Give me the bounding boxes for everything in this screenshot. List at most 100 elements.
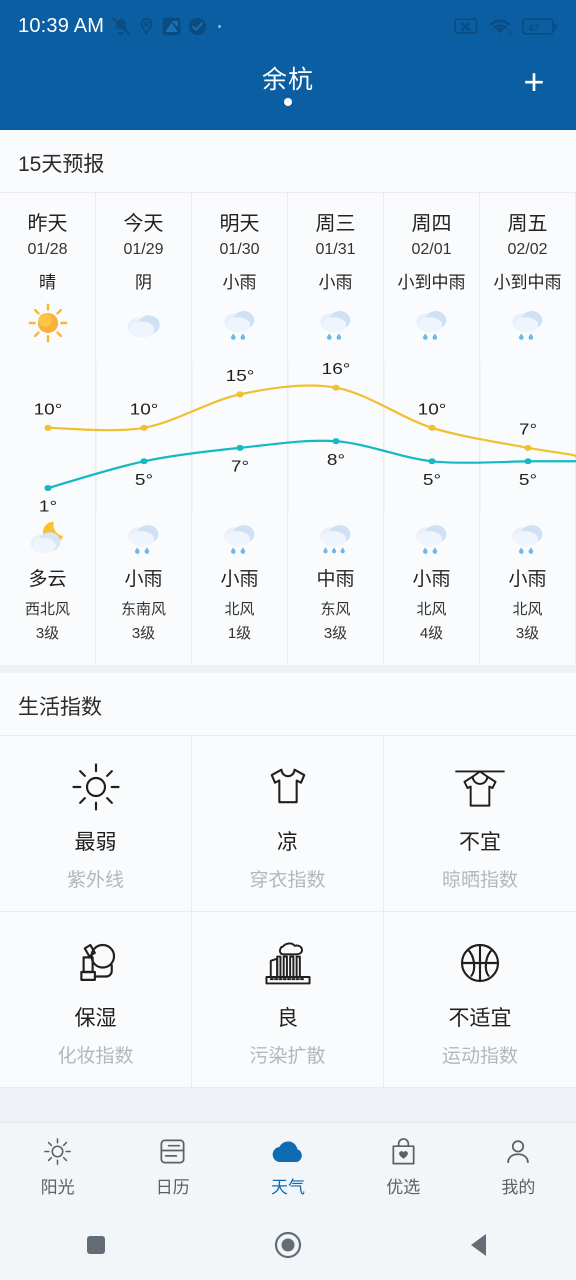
forecast-night-condition: 小雨 bbox=[508, 569, 547, 590]
forecast-wind-dir: 东南风 bbox=[120, 601, 166, 618]
forecast-date-label: 02/02 bbox=[507, 241, 548, 258]
nav-label: 日历 bbox=[155, 1178, 190, 1197]
forecast-day-label: 明天 bbox=[219, 213, 260, 235]
life-index-value: 不适宜 bbox=[448, 1006, 512, 1030]
life-index-label: 晾晒指数 bbox=[441, 869, 518, 891]
forecast-wind-dir: 北风 bbox=[416, 601, 447, 618]
section-divider bbox=[0, 665, 576, 673]
forecast-column[interactable]: 周四 02/01 小到中雨 小雨 北风 4级 bbox=[384, 193, 480, 665]
life-index-value: 良 bbox=[277, 1006, 298, 1030]
forecast-wind-dir: 北风 bbox=[512, 601, 543, 618]
nav-label: 天气 bbox=[271, 1178, 305, 1197]
forecast-column[interactable]: 昨天 01/28 晴 多云 西北风 3级 bbox=[0, 193, 96, 665]
status-bar-left: 10:39 AM bbox=[18, 14, 222, 38]
back-triangle-icon[interactable] bbox=[435, 1225, 525, 1265]
calendar-icon bbox=[157, 1135, 188, 1167]
life-index-label: 化妆指数 bbox=[57, 1045, 134, 1067]
light-rain-icon bbox=[313, 297, 359, 349]
light-rain-icon bbox=[409, 513, 455, 561]
status-bar-right: 6 87 bbox=[454, 17, 558, 36]
forecast-date-label: 02/01 bbox=[411, 241, 452, 258]
factory-icon bbox=[260, 932, 316, 994]
cloud-icon bbox=[121, 297, 167, 349]
life-index-card: 生活指数 最弱 紫外线 凉 穿衣指数 不宜 晾晒指数 保湿 化妆指数 良 污染扩… bbox=[0, 673, 576, 1088]
recents-square-icon[interactable] bbox=[51, 1225, 141, 1265]
status-bar: 10:39 AM 87 bbox=[0, 0, 576, 52]
forecast-condition-label: 小到中雨 bbox=[493, 273, 562, 292]
forecast-condition-label: 小到中雨 bbox=[397, 273, 466, 292]
forecast-condition-label: 小雨 bbox=[318, 273, 353, 292]
life-index-title: 生活指数 bbox=[0, 673, 576, 736]
life-index-item-pollution[interactable]: 良 污染扩散 bbox=[192, 912, 384, 1088]
forecast-condition-label: 阴 bbox=[135, 273, 152, 292]
nav-label: 优选 bbox=[386, 1178, 421, 1197]
page-title: 余杭 bbox=[261, 66, 314, 94]
nav-item-calendar[interactable]: 日历 bbox=[115, 1135, 230, 1198]
wifi-gen-label: 6 bbox=[508, 27, 512, 35]
basketball-icon bbox=[453, 932, 507, 994]
life-index-item-cosmetics[interactable]: 保湿 化妆指数 bbox=[0, 912, 192, 1088]
forecast-wind-level: 1级 bbox=[227, 625, 252, 642]
forecast-night-condition: 多云 bbox=[28, 569, 67, 590]
nav-item-profile[interactable]: 我的 bbox=[461, 1135, 576, 1198]
mod-rain-icon bbox=[313, 513, 359, 561]
forecast-condition-label: 小雨 bbox=[222, 273, 257, 292]
life-index-label: 污染扩散 bbox=[249, 1045, 326, 1067]
status-time: 10:39 AM bbox=[18, 14, 105, 37]
uv-sun-icon bbox=[69, 756, 123, 818]
forecast-scroller[interactable]: 昨天 01/28 晴 多云 西北风 3级 今天 01/29 阴 小雨 东南风 3… bbox=[0, 193, 576, 665]
life-index-label: 运动指数 bbox=[441, 1045, 518, 1067]
nav-item-sunshine[interactable]: 阳光 bbox=[0, 1135, 115, 1198]
content-spacer bbox=[0, 1088, 576, 1122]
forecast-wind-level: 4级 bbox=[419, 625, 444, 642]
forecast-date-label: 01/30 bbox=[219, 241, 260, 258]
forecast-day-label: 今天 bbox=[123, 213, 164, 235]
forecast-column[interactable]: 周五 02/02 小到中雨 小雨 北风 3级 bbox=[480, 193, 576, 665]
forecast-wind-dir: 北风 bbox=[224, 601, 255, 618]
forecast-card: 15天预报 昨天 01/28 晴 多云 西北风 3级 今天 01/29 阴 小雨… bbox=[0, 130, 576, 665]
sun-outline-icon bbox=[42, 1135, 73, 1167]
forecast-wind-dir: 西北风 bbox=[24, 601, 70, 618]
forecast-day-label: 昨天 bbox=[27, 213, 68, 235]
nav-label: 阳光 bbox=[40, 1178, 75, 1197]
forecast-night-condition: 小雨 bbox=[124, 569, 163, 590]
forecast-date-label: 01/28 bbox=[27, 241, 68, 258]
life-index-item-dressing[interactable]: 凉 穿衣指数 bbox=[192, 736, 384, 912]
forecast-date-label: 01/31 bbox=[315, 241, 356, 258]
home-circle-icon[interactable] bbox=[243, 1225, 333, 1265]
forecast-night-condition: 小雨 bbox=[412, 569, 451, 590]
life-index-item-sports[interactable]: 不适宜 运动指数 bbox=[384, 912, 576, 1088]
moon-cloud-icon bbox=[25, 513, 71, 561]
life-index-label: 紫外线 bbox=[66, 869, 124, 891]
check-circle-icon bbox=[188, 17, 207, 36]
life-index-grid: 最弱 紫外线 凉 穿衣指数 不宜 晾晒指数 保湿 化妆指数 良 污染扩散 不适宜… bbox=[0, 736, 576, 1088]
forecast-title: 15天预报 bbox=[0, 130, 576, 193]
forecast-wind-level: 3级 bbox=[323, 625, 348, 642]
android-system-nav bbox=[0, 1210, 576, 1280]
life-index-item-uv[interactable]: 最弱 紫外线 bbox=[0, 736, 192, 912]
nav-item-shop[interactable]: 优选 bbox=[346, 1135, 461, 1198]
battery-level-label: 87 bbox=[529, 22, 539, 33]
light-rain-icon bbox=[217, 513, 263, 561]
life-index-value: 保湿 bbox=[74, 1006, 117, 1030]
app-badge-icon bbox=[162, 17, 181, 36]
life-index-label: 穿衣指数 bbox=[249, 869, 326, 891]
light-rain-icon bbox=[409, 297, 455, 349]
light-rain-icon bbox=[505, 297, 551, 349]
forecast-wind-level: 3级 bbox=[35, 625, 60, 642]
person-icon bbox=[503, 1135, 533, 1167]
weather-app: 10:39 AM 87 余杭 + 15天预报 昨天 01/28 晴 多云 西北风… bbox=[0, 0, 576, 1280]
forecast-column[interactable]: 明天 01/30 小雨 小雨 北风 1级 bbox=[192, 193, 288, 665]
forecast-wind-level: 3级 bbox=[131, 625, 156, 642]
forecast-column[interactable]: 今天 01/29 阴 小雨 东南风 3级 bbox=[96, 193, 192, 665]
dot-icon bbox=[218, 24, 222, 28]
life-index-value: 凉 bbox=[277, 830, 298, 854]
nav-item-weather[interactable]: 天气 bbox=[230, 1135, 345, 1198]
life-index-value: 最弱 bbox=[74, 830, 117, 854]
app-bar: 余杭 + bbox=[0, 52, 576, 130]
mute-bell-icon bbox=[111, 16, 131, 36]
forecast-wind-level: 3级 bbox=[515, 625, 540, 642]
add-city-button[interactable]: + bbox=[514, 62, 554, 102]
forecast-column[interactable]: 周三 01/31 小雨 中雨 东风 3级 bbox=[288, 193, 384, 665]
life-index-item-drying[interactable]: 不宜 晾晒指数 bbox=[384, 736, 576, 912]
